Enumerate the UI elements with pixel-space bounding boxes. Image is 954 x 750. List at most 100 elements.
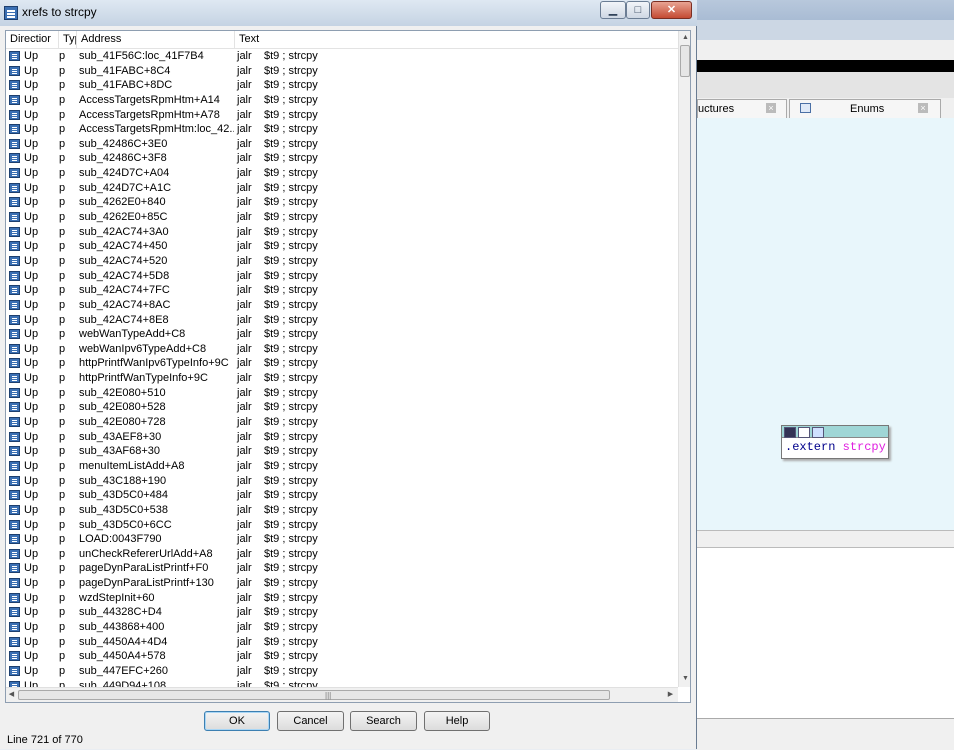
graph-node[interactable]: .extern strcpy <box>781 425 889 459</box>
xrefs-list[interactable]: Directior Typ Address Text Up p sub_41F56C… <box>5 30 691 703</box>
table-row[interactable]: Up p sub_42486C+3E0 jalr $t9 ; strcpy <box>6 137 678 152</box>
table-row[interactable]: Up p sub_42AC74+3A0 jalr $t9 ; strcpy <box>6 225 678 240</box>
extern-symbol[interactable]: strcpy <box>843 440 886 454</box>
table-row[interactable]: Up p sub_42E080+528 jalr $t9 ; strcpy <box>6 400 678 415</box>
close-button[interactable]: ✕ <box>651 1 692 19</box>
table-row[interactable]: Up p pageDynParaListPrintf+130 jalr $t9 ; st… <box>6 576 678 591</box>
table-row[interactable]: Up p sub_4450A4+578 jalr $t9 ; strcpy <box>6 649 678 664</box>
direction-cell: Up <box>24 635 39 648</box>
direction-cell: Up <box>24 123 39 136</box>
table-row[interactable]: Up p sub_42E080+510 jalr $t9 ; strcpy <box>6 386 678 401</box>
table-row[interactable]: Up p sub_44328C+D4 jalr $t9 ; strcpy <box>6 605 678 620</box>
table-row[interactable]: Up p httpPrintfWanIpv6TypeInfo+9C jalr $t9 ;… <box>6 356 678 371</box>
dialog-titlebar[interactable]: xrefs to strcpy ▁ □ ✕ <box>0 0 697 26</box>
table-row[interactable]: Up p sub_42AC74+450 jalr $t9 ; strcpy <box>6 239 678 254</box>
scroll-left-icon[interactable]: ◀ <box>7 690 16 700</box>
list-icon[interactable] <box>812 427 824 438</box>
scroll-down-icon[interactable]: ▼ <box>681 674 690 684</box>
xref-icon <box>9 168 20 179</box>
ok-button[interactable]: OK <box>204 711 270 731</box>
table-row[interactable]: Up p sub_447EFC+260 jalr $t9 ; strcpy <box>6 664 678 679</box>
table-row[interactable]: Up p sub_4262E0+85C jalr $t9 ; strcpy <box>6 210 678 225</box>
main-statusbar <box>697 718 954 750</box>
scroll-up-icon[interactable]: ▲ <box>681 33 690 43</box>
table-row[interactable]: Up p sub_449D94+108 jalr $t9 ; strcpy <box>6 679 678 687</box>
scroll-right-icon[interactable]: ▶ <box>666 690 675 700</box>
grip-icon: ||| <box>325 691 332 700</box>
type-cell: p <box>59 518 66 531</box>
help-button[interactable]: Help <box>424 711 490 731</box>
table-row[interactable]: Up p sub_41FABC+8C4 jalr $t9 ; strcpy <box>6 64 678 79</box>
column-header-type[interactable]: Typ <box>59 31 77 48</box>
table-row[interactable]: Up p webWanIpv6TypeAdd+C8 jalr $t9 ; strcpy <box>6 342 678 357</box>
table-row[interactable]: Up p menuItemListAdd+A8 jalr $t9 ; strcpy <box>6 459 678 474</box>
vertical-scrollbar[interactable]: ▲ ▼ <box>678 31 690 687</box>
table-row[interactable]: Up p httpPrintfWanTypeInfo+9C jalr $t9 ; str… <box>6 371 678 386</box>
cancel-button[interactable]: Cancel <box>277 711 344 731</box>
direction-cell: Up <box>24 79 39 92</box>
table-row[interactable]: Up p sub_43AF68+30 jalr $t9 ; strcpy <box>6 444 678 459</box>
table-row[interactable]: Up p sub_41F56C:loc_41F7B4 jalr $t9 ; strcpy <box>6 49 678 64</box>
table-row[interactable]: Up p sub_443868+400 jalr $t9 ; strcpy <box>6 620 678 635</box>
horizontal-scroll-thumb[interactable]: ||| <box>18 690 610 700</box>
column-header-direction[interactable]: Directior <box>6 31 59 48</box>
image-icon[interactable] <box>798 427 810 438</box>
table-row[interactable]: Up p sub_4262E0+840 jalr $t9 ; strcpy <box>6 195 678 210</box>
close-icon[interactable]: × <box>918 103 928 113</box>
type-cell: p <box>59 342 66 355</box>
color-icon[interactable] <box>784 427 796 438</box>
horizontal-scrollbar[interactable]: ◀ ||| ▶ <box>6 687 678 702</box>
maximize-button[interactable]: □ <box>626 1 650 19</box>
table-row[interactable]: Up p pageDynParaListPrintf+F0 jalr $t9 ; str… <box>6 561 678 576</box>
direction-cell: Up <box>24 606 39 619</box>
table-row[interactable]: Up p wzdStepInit+60 jalr $t9 ; strcpy <box>6 591 678 606</box>
column-header-text[interactable]: Text <box>235 31 678 48</box>
table-row[interactable]: Up p webWanTypeAdd+C8 jalr $t9 ; strcpy <box>6 327 678 342</box>
output-window[interactable] <box>697 548 954 718</box>
table-row[interactable]: Up p sub_42AC74+7FC jalr $t9 ; strcpy <box>6 283 678 298</box>
tab-structures[interactable]: uctures × <box>697 99 787 118</box>
table-row[interactable]: Up p sub_42E080+728 jalr $t9 ; strcpy <box>6 415 678 430</box>
pane-separator[interactable] <box>697 530 954 548</box>
table-row[interactable]: Up p AccessTargetsRpmHtm+A78 jalr $t9 ; strc… <box>6 108 678 123</box>
table-row[interactable]: Up p sub_43AEF8+30 jalr $t9 ; strcpy <box>6 430 678 445</box>
table-row[interactable]: Up p sub_43D5C0+6CC jalr $t9 ; strcpy <box>6 518 678 533</box>
tab-enums[interactable]: Enums × <box>789 99 941 118</box>
type-cell: p <box>59 679 66 687</box>
table-row[interactable]: Up p sub_43C188+190 jalr $t9 ; strcpy <box>6 474 678 489</box>
text-cell: $t9 ; strcpy <box>264 620 318 633</box>
minimize-button[interactable]: ▁ <box>600 1 626 19</box>
instruction-cell: jalr <box>237 401 252 414</box>
vertical-scroll-thumb[interactable] <box>680 45 690 77</box>
instruction-cell: jalr <box>237 489 252 502</box>
table-row[interactable]: Up p sub_42AC74+8E8 jalr $t9 ; strcpy <box>6 313 678 328</box>
direction-cell: Up <box>24 357 39 370</box>
column-header-address[interactable]: Address <box>77 31 235 48</box>
table-row[interactable]: Up p LOAD:0043F790 jalr $t9 ; strcpy <box>6 532 678 547</box>
table-row[interactable]: Up p sub_424D7C+A04 jalr $t9 ; strcpy <box>6 166 678 181</box>
xref-icon <box>9 138 20 149</box>
search-button[interactable]: Search <box>350 711 417 731</box>
xref-icon <box>9 343 20 354</box>
table-row[interactable]: Up p sub_42AC74+520 jalr $t9 ; strcpy <box>6 254 678 269</box>
table-row[interactable]: Up p sub_43D5C0+484 jalr $t9 ; strcpy <box>6 488 678 503</box>
table-row[interactable]: Up p sub_43D5C0+538 jalr $t9 ; strcpy <box>6 503 678 518</box>
graph-view[interactable]: .extern strcpy <box>697 118 954 530</box>
table-row[interactable]: Up p sub_41FABC+8DC jalr $t9 ; strcpy <box>6 78 678 93</box>
table-row[interactable]: Up p sub_4450A4+4D4 jalr $t9 ; strcpy <box>6 635 678 650</box>
text-cell: $t9 ; strcpy <box>264 284 318 297</box>
table-row[interactable]: Up p AccessTargetsRpmHtm+A14 jalr $t9 ; strc… <box>6 93 678 108</box>
table-row[interactable]: Up p AccessTargetsRpmHtm:loc_42... jalr $t9 … <box>6 122 678 137</box>
table-row[interactable]: Up p unCheckRefererUrlAdd+A8 jalr $t9 ; strc… <box>6 547 678 562</box>
table-row[interactable]: Up p sub_42AC74+5D8 jalr $t9 ; strcpy <box>6 269 678 284</box>
table-row[interactable]: Up p sub_424D7C+A1C jalr $t9 ; strcpy <box>6 181 678 196</box>
text-cell: $t9 ; strcpy <box>264 489 318 502</box>
address-cell: sub_42486C+3E0 <box>79 137 168 150</box>
table-row[interactable]: Up p sub_42AC74+8AC jalr $t9 ; strcpy <box>6 298 678 313</box>
close-icon: ✕ <box>666 4 677 16</box>
xref-icon <box>9 358 20 369</box>
table-row[interactable]: Up p sub_42486C+3F8 jalr $t9 ; strcpy <box>6 151 678 166</box>
type-cell: p <box>59 225 66 238</box>
close-icon[interactable]: × <box>766 103 776 113</box>
instruction-cell: jalr <box>237 225 252 238</box>
